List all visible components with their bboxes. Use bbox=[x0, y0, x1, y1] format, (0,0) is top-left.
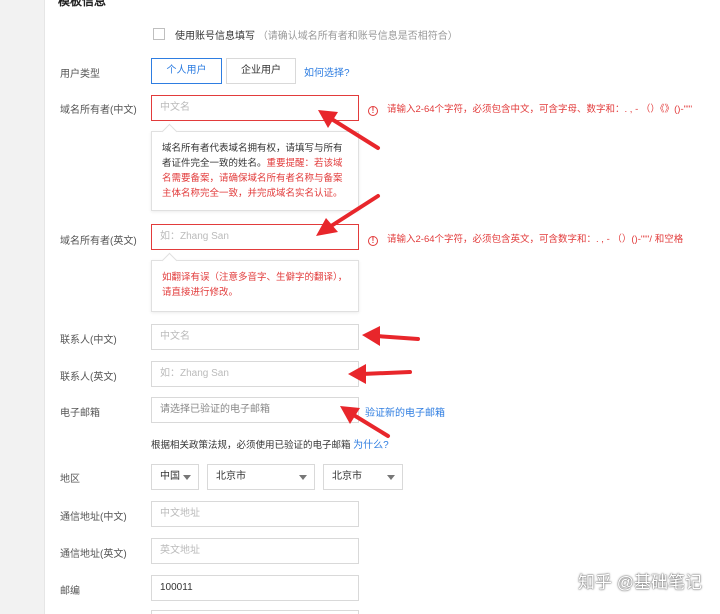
how-to-choose-link[interactable]: 如何选择? bbox=[304, 64, 350, 79]
postcode-label: 邮编 bbox=[60, 586, 80, 597]
contact-en-label: 联系人(英文) bbox=[60, 372, 117, 383]
owner-en-input[interactable]: 如：Zhang San bbox=[151, 224, 359, 250]
address-cn-input[interactable]: 中文地址 bbox=[151, 501, 359, 527]
province-select[interactable]: 北京市 bbox=[207, 464, 315, 490]
domain-template-form-page: 模板信息 使用账号信息填写 （请确认域名所有者和账号信息是否相符合） 用户类型 … bbox=[0, 0, 720, 614]
address-cn-placeholder: 中文地址 bbox=[160, 508, 200, 519]
email-placeholder: 请选择已验证的电子邮箱 bbox=[160, 404, 270, 415]
chevron-down-icon bbox=[299, 475, 307, 480]
owner-en-label: 域名所有者(英文) bbox=[60, 236, 137, 247]
address-cn-label: 通信地址(中文) bbox=[60, 512, 127, 523]
use-account-info-checkbox[interactable] bbox=[153, 28, 165, 40]
owner-en-tooltip: 如翻译有误（注意多音字、生僻字的翻译），请直接进行修改。 bbox=[151, 252, 359, 312]
email-label: 电子邮箱 bbox=[60, 408, 100, 419]
email-policy-text: 根据相关政策法规，必须使用已验证的电子邮箱 bbox=[151, 440, 351, 451]
user-type-enterprise-button[interactable]: 企业用户 bbox=[226, 58, 296, 84]
owner-cn-input[interactable]: 中文名 bbox=[151, 95, 359, 121]
owner-cn-error-text: 请输入2-64个字符，必须包含中文，可含字母、数字和：. , - （）《》()-… bbox=[387, 104, 693, 115]
user-type-label: 用户类型 bbox=[60, 69, 100, 80]
tooltip-arrow bbox=[161, 252, 178, 269]
owner-en-error-text: 请输入2-64个字符，必须包含英文，可含数字和：. , - （）()-""'/ … bbox=[387, 234, 684, 245]
verify-new-email-link[interactable]: 验证新的电子邮箱 bbox=[365, 404, 445, 419]
annotation-arrow-3 bbox=[362, 326, 420, 346]
email-policy-note: 根据相关政策法规，必须使用已验证的电子邮箱 为什么? bbox=[151, 436, 389, 451]
owner-en-tooltip-warning: 如翻译有误（注意多音字、生僻字的翻译），请直接进行修改。 bbox=[162, 272, 348, 298]
country-select[interactable]: 中国 bbox=[151, 464, 199, 490]
watermark: 知乎 @基础笔记 bbox=[578, 573, 702, 592]
section-title: 模板信息 bbox=[58, 0, 107, 8]
contact-en-input[interactable]: 如：Zhang San bbox=[151, 361, 359, 387]
use-account-info-label: 使用账号信息填写 （请确认域名所有者和账号信息是否相符合） bbox=[175, 27, 458, 42]
address-en-placeholder: 英文地址 bbox=[160, 545, 200, 556]
contact-cn-input[interactable]: 中文名 bbox=[151, 324, 359, 350]
owner-cn-placeholder: 中文名 bbox=[160, 102, 190, 113]
why-link[interactable]: 为什么? bbox=[353, 440, 389, 451]
contact-en-placeholder: 如：Zhang San bbox=[160, 368, 229, 379]
postcode-input[interactable]: 100011 bbox=[151, 575, 359, 601]
chevron-down-icon bbox=[387, 475, 395, 480]
province-value: 北京市 bbox=[216, 471, 246, 482]
email-select[interactable]: 请选择已验证的电子邮箱 bbox=[151, 397, 359, 423]
owner-en-placeholder: 如：Zhang San bbox=[160, 231, 229, 242]
use-account-info-hint: （请确认域名所有者和账号信息是否相符合） bbox=[257, 31, 458, 42]
user-type-personal-button[interactable]: 个人用户 bbox=[151, 58, 222, 84]
chevron-down-icon bbox=[183, 475, 191, 480]
owner-cn-label: 域名所有者(中文) bbox=[60, 105, 137, 116]
city-value: 北京市 bbox=[332, 471, 362, 482]
owner-cn-tooltip: 域名所有者代表域名拥有权，请填写与所有者证件完全一致的姓名。重要提醒：若该域名需… bbox=[151, 123, 359, 211]
tooltip-arrow bbox=[161, 123, 178, 140]
error-icon: ! bbox=[368, 236, 378, 246]
contact-cn-placeholder: 中文名 bbox=[160, 331, 190, 342]
address-en-label: 通信地址(英文) bbox=[60, 549, 127, 560]
city-select[interactable]: 北京市 bbox=[323, 464, 403, 490]
postcode-value: 100011 bbox=[160, 582, 193, 593]
address-en-input[interactable]: 英文地址 bbox=[151, 538, 359, 564]
owner-en-error: ! 请输入2-64个字符，必须包含英文，可含数字和：. , - （）()-""'/… bbox=[368, 231, 683, 246]
use-account-info-text: 使用账号信息填写 bbox=[175, 31, 255, 42]
region-label: 地区 bbox=[60, 474, 80, 485]
chevron-down-icon bbox=[343, 408, 351, 413]
contact-cn-label: 联系人(中文) bbox=[60, 335, 117, 346]
next-field-input[interactable] bbox=[151, 610, 359, 614]
left-gutter bbox=[0, 0, 45, 614]
error-icon: ! bbox=[368, 106, 378, 116]
country-value: 中国 bbox=[160, 471, 180, 482]
owner-cn-error: ! 请输入2-64个字符，必须包含中文，可含字母、数字和：. , - （）《》()… bbox=[368, 101, 692, 116]
